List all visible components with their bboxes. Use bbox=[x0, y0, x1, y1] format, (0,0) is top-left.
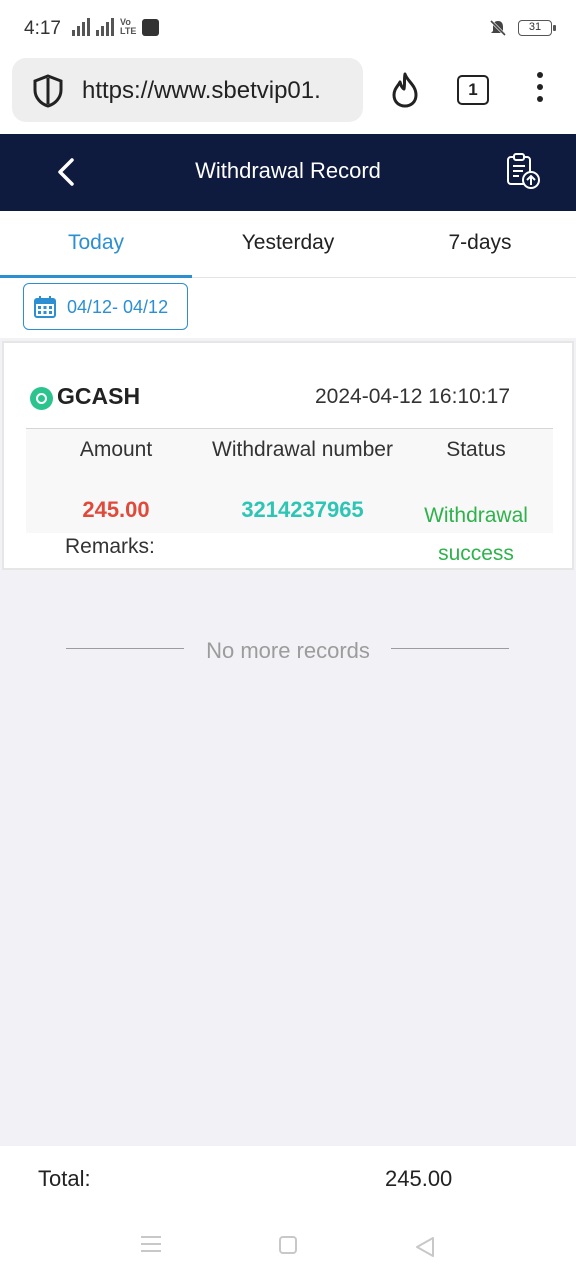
volte-icon: Vo LTE bbox=[120, 17, 137, 36]
calendar-icon bbox=[34, 296, 56, 318]
status-bar: 4:17 Vo LTE 31 bbox=[0, 0, 576, 58]
address-bar[interactable]: https://www.sbetvip01. bbox=[12, 58, 363, 122]
recent-apps-icon[interactable] bbox=[141, 1236, 161, 1257]
status-icons: Vo LTE bbox=[72, 17, 160, 36]
status-value: Withdrawal success bbox=[424, 504, 528, 565]
app-notification-icon bbox=[142, 19, 160, 36]
no-more-records: No more records bbox=[0, 638, 576, 664]
remarks-label: Remarks: bbox=[65, 535, 155, 558]
signal-icon-sim1 bbox=[72, 18, 90, 36]
withdrawal-number-header: Withdrawal number bbox=[212, 438, 393, 461]
browser-toolbar: https://www.sbetvip01. 1 bbox=[0, 58, 576, 134]
system-nav-bar bbox=[0, 1212, 576, 1280]
withdrawal-record-card[interactable]: GCASH 2024-04-12 16:10:17 Amount Withdra… bbox=[2, 341, 574, 570]
url-text[interactable]: https://www.sbetvip01. bbox=[82, 77, 354, 105]
page-header: Withdrawal Record bbox=[0, 134, 576, 211]
payment-method: GCASH bbox=[57, 383, 141, 409]
shield-icon[interactable] bbox=[32, 74, 64, 108]
flame-icon[interactable] bbox=[388, 72, 422, 108]
total-label: Total: bbox=[38, 1166, 91, 1191]
total-bar: Total: 245.00 bbox=[0, 1146, 576, 1212]
tab-7-days[interactable]: 7-days bbox=[384, 211, 576, 277]
bell-muted-icon bbox=[489, 19, 507, 37]
date-filter-bar: 04/12- 04/12 bbox=[0, 278, 576, 338]
signal-icon-sim2 bbox=[96, 18, 114, 36]
status-header: Status bbox=[446, 438, 506, 461]
status-right: 31 bbox=[488, 18, 556, 38]
withdrawal-number-value: 3214237965 bbox=[241, 497, 364, 522]
tabs-count-button[interactable]: 1 bbox=[457, 75, 489, 105]
nav-back-icon[interactable] bbox=[414, 1236, 436, 1258]
no-more-records-text: No more records bbox=[206, 638, 370, 663]
tab-yesterday[interactable]: Yesterday bbox=[192, 211, 384, 277]
clipboard-upload-icon[interactable] bbox=[503, 152, 543, 192]
date-range-text: 04/12- 04/12 bbox=[67, 297, 169, 317]
record-datetime: 2024-04-12 16:10:17 bbox=[315, 385, 510, 408]
tab-today[interactable]: Today bbox=[0, 211, 192, 278]
battery-icon: 31 bbox=[518, 20, 556, 36]
date-tabs: Today Yesterday 7-days bbox=[0, 211, 576, 278]
page-title: Withdrawal Record bbox=[195, 158, 381, 183]
total-value: 245.00 bbox=[385, 1166, 453, 1191]
gcash-logo-icon bbox=[30, 387, 53, 410]
records-area: GCASH 2024-04-12 16:10:17 Amount Withdra… bbox=[0, 338, 576, 1146]
amount-value: 245.00 bbox=[82, 497, 150, 522]
date-range-button[interactable]: 04/12- 04/12 bbox=[23, 283, 188, 330]
browser-menu-button[interactable] bbox=[535, 72, 545, 106]
home-icon[interactable] bbox=[279, 1236, 297, 1254]
clock: 4:17 bbox=[24, 18, 61, 39]
amount-header: Amount bbox=[79, 438, 153, 461]
